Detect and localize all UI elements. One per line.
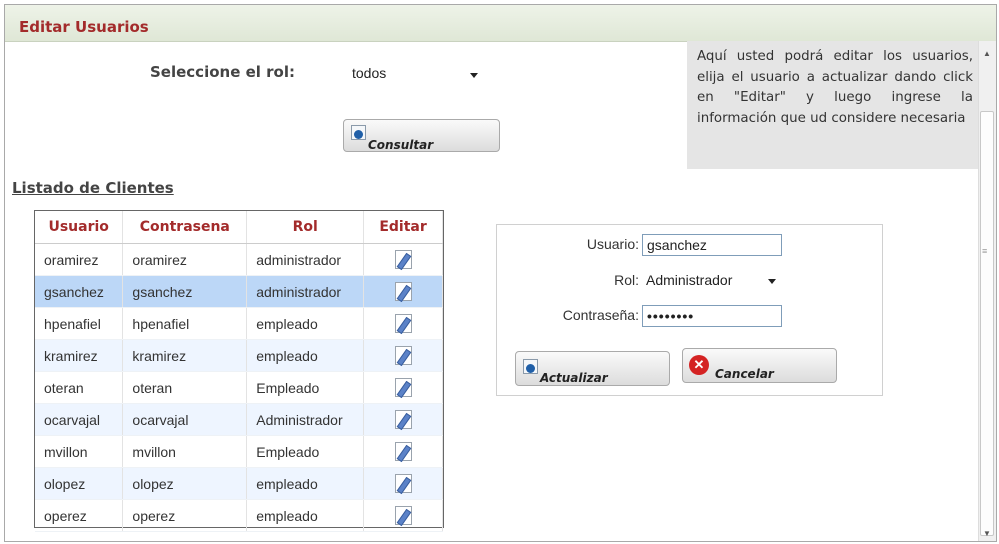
password-input[interactable]: •••••••• [642, 305, 782, 327]
grip-icon: ≡ [982, 246, 988, 256]
table-row[interactable]: hpenafiel hpenafiel empleado [35, 307, 443, 340]
scroll-up-icon[interactable]: ▲ [983, 49, 991, 58]
cell-rol: empleado [246, 339, 365, 372]
cell-editar[interactable] [363, 467, 443, 500]
cancelar-label: Cancelar [715, 367, 774, 381]
cell-usuario: mvillon [35, 435, 124, 468]
cancel-x-icon: ✕ [689, 355, 709, 375]
consultar-button[interactable]: Consultar [343, 119, 500, 152]
cell-editar[interactable] [363, 339, 443, 372]
cell-editar[interactable] [363, 243, 443, 276]
cell-contrasena: gsanchez [122, 275, 248, 308]
chevron-down-icon [470, 73, 478, 78]
cell-rol: Empleado [246, 371, 365, 404]
cell-usuario: gsanchez [35, 275, 124, 308]
cancelar-button[interactable]: ✕ Cancelar [682, 348, 837, 383]
cell-contrasena: olopez [122, 467, 248, 500]
cell-contrasena: oramirez [122, 243, 248, 276]
list-title: Listado de Clientes [12, 179, 174, 197]
window-frame: Editar Usuarios Aquí usted podrá editar … [4, 4, 997, 542]
scroll-down-icon[interactable]: ▼ [983, 529, 991, 538]
rol-select[interactable]: Administrador [642, 269, 782, 293]
cell-editar[interactable] [363, 307, 443, 340]
cell-usuario: oteran [35, 371, 124, 404]
vertical-scrollbar[interactable]: ▲ ≡ ▼ [978, 41, 996, 541]
cell-rol: empleado [246, 307, 365, 340]
cell-contrasena: ocarvajal [122, 403, 248, 436]
actualizar-button[interactable]: Actualizar [515, 351, 670, 386]
page-title: Editar Usuarios [19, 18, 149, 36]
usuario-label: Usuario: [586, 236, 639, 252]
header-bar: Editar Usuarios [5, 5, 996, 42]
edit-pencil-icon[interactable] [394, 314, 412, 335]
cell-rol: administrador [246, 275, 365, 308]
edit-pencil-icon[interactable] [394, 506, 412, 527]
column-header-editar[interactable]: Editar [363, 211, 443, 244]
cell-usuario: oramirez [35, 243, 124, 276]
cell-contrasena: kramirez [122, 339, 248, 372]
cell-contrasena: mvillon [122, 435, 248, 468]
actualizar-label: Actualizar [540, 371, 608, 385]
role-filter-select[interactable]: todos [343, 60, 489, 88]
table-row[interactable]: oramirez oramirez administrador [35, 243, 443, 276]
cell-usuario: operez [35, 499, 124, 532]
users-table: Usuario Contrasena Rol Editar oramirez o… [34, 210, 444, 532]
rol-label: Rol: [614, 272, 639, 288]
cell-contrasena: operez [122, 499, 248, 532]
cell-editar[interactable] [363, 275, 443, 308]
password-label: Contraseña: [562, 307, 639, 323]
cell-editar[interactable] [363, 403, 443, 436]
edit-pencil-icon[interactable] [394, 250, 412, 271]
column-header-rol[interactable]: Rol [246, 211, 365, 244]
cell-contrasena: oteran [122, 371, 248, 404]
rol-select-value: Administrador [646, 272, 733, 288]
edit-pencil-icon[interactable] [394, 346, 412, 367]
cell-rol: Empleado [246, 435, 365, 468]
search-icon [351, 125, 366, 140]
edit-pencil-icon[interactable] [394, 442, 412, 463]
refresh-icon [523, 359, 538, 374]
cell-contrasena: hpenafiel [122, 307, 248, 340]
cell-editar[interactable] [363, 371, 443, 404]
table-row[interactable]: operez operez empleado [35, 499, 443, 532]
table-row[interactable]: kramirez kramirez empleado [35, 339, 443, 372]
table-row[interactable]: oteran oteran Empleado [35, 371, 443, 404]
edit-pencil-icon[interactable] [394, 410, 412, 431]
table-row[interactable]: olopez olopez empleado [35, 467, 443, 500]
cell-usuario: hpenafiel [35, 307, 124, 340]
cell-usuario: ocarvajal [35, 403, 124, 436]
table-row[interactable]: ocarvajal ocarvajal Administrador [35, 403, 443, 436]
table-row[interactable]: mvillon mvillon Empleado [35, 435, 443, 468]
chevron-down-icon [768, 279, 776, 284]
cell-rol: empleado [246, 467, 365, 500]
column-header-contrasena[interactable]: Contrasena [122, 211, 248, 244]
cell-usuario: kramirez [35, 339, 124, 372]
edit-pencil-icon[interactable] [394, 282, 412, 303]
role-filter-value: todos [352, 65, 387, 81]
edit-pencil-icon[interactable] [394, 378, 412, 399]
cell-rol: administrador [246, 243, 365, 276]
help-text: Aquí usted podrá editar los usuarios, el… [697, 49, 973, 126]
cell-usuario: olopez [35, 467, 124, 500]
scrollbar-thumb[interactable] [980, 111, 994, 536]
password-mask: •••••••• [647, 308, 695, 324]
role-filter-label: Seleccione el rol: [150, 63, 295, 81]
usuario-input[interactable]: gsanchez [642, 234, 782, 256]
cell-editar[interactable] [363, 435, 443, 468]
cell-rol: empleado [246, 499, 365, 532]
column-header-usuario[interactable]: Usuario [35, 211, 124, 244]
cell-rol: Administrador [246, 403, 365, 436]
edit-pencil-icon[interactable] [394, 474, 412, 495]
table-row-selected[interactable]: gsanchez gsanchez administrador [35, 275, 443, 308]
cell-editar[interactable] [363, 499, 443, 532]
consultar-label: Consultar [368, 138, 434, 152]
